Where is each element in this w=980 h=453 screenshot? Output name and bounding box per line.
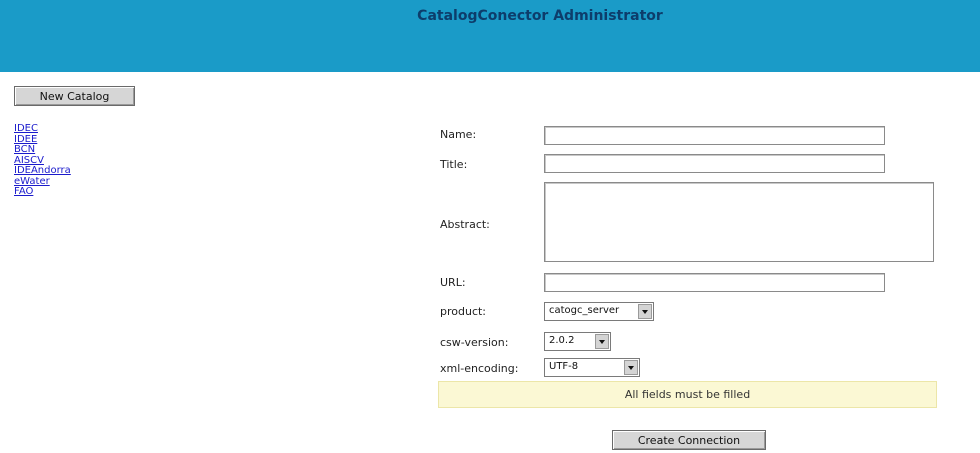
name-label: Name:	[440, 128, 477, 141]
chevron-down-icon[interactable]	[624, 360, 638, 375]
create-connection-button[interactable]: Create Connection	[612, 430, 766, 450]
csw-version-select-value: 2.0.2	[549, 335, 575, 346]
catalog-link-fao[interactable]: FAO	[14, 186, 71, 198]
product-label: product:	[440, 305, 487, 318]
csw-version-select[interactable]: 2.0.2	[544, 332, 611, 351]
url-label: URL:	[440, 276, 466, 289]
xml-encoding-label: xml-encoding:	[440, 362, 519, 375]
catalog-link-idec[interactable]: IDEC	[14, 123, 71, 135]
abstract-field[interactable]	[544, 182, 934, 262]
title-field[interactable]	[544, 154, 885, 173]
name-field[interactable]	[544, 126, 885, 145]
xml-encoding-select[interactable]: UTF-8	[544, 358, 640, 377]
xml-encoding-select-value: UTF-8	[549, 361, 579, 372]
app-title: CatalogConector Administrator	[417, 8, 663, 24]
catalog-link-ideandorra[interactable]: IDEAndorra	[14, 165, 71, 177]
url-field[interactable]	[544, 273, 885, 292]
product-select[interactable]: catogc_server	[544, 302, 654, 321]
validation-notice: All fields must be filled	[438, 381, 937, 408]
catalog-link-bcn[interactable]: BCN	[14, 144, 71, 156]
title-label: Title:	[440, 158, 468, 171]
catalog-list: IDEC IDEE BCN AISCV IDEAndorra eWater FA…	[14, 123, 71, 198]
chevron-down-icon[interactable]	[638, 304, 652, 319]
abstract-label: Abstract:	[440, 218, 490, 231]
csw-version-label: csw-version:	[440, 336, 509, 349]
chevron-down-icon[interactable]	[595, 334, 609, 349]
new-catalog-button[interactable]: New Catalog	[14, 86, 135, 106]
product-select-value: catogc_server	[549, 305, 620, 316]
